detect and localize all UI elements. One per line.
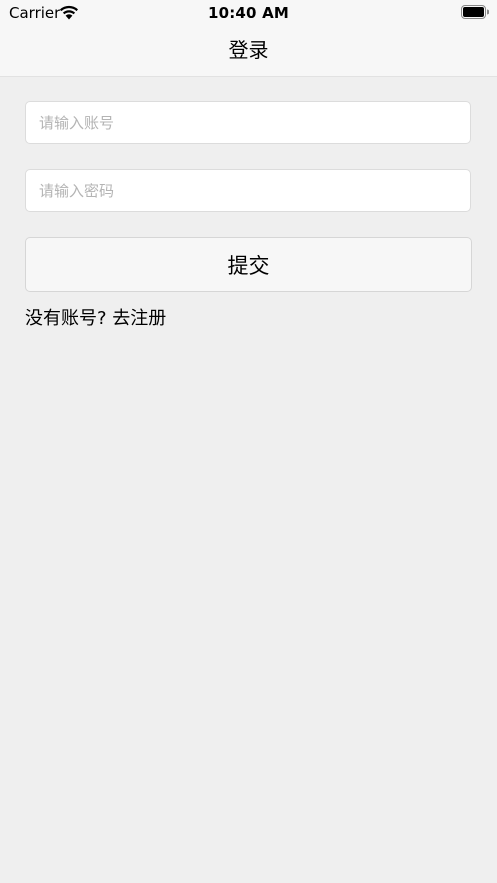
top-chrome: Carrier 10:40 AM 登录 — [0, 0, 497, 77]
status-bar: Carrier 10:40 AM — [0, 0, 497, 26]
password-input[interactable] — [26, 170, 470, 211]
account-input[interactable] — [26, 102, 470, 143]
register-link[interactable]: 没有账号? 去注册 — [25, 307, 166, 331]
account-field[interactable] — [25, 101, 471, 144]
submit-button[interactable]: 提交 — [25, 237, 472, 292]
battery-icon — [461, 5, 489, 19]
password-field[interactable] — [25, 169, 471, 212]
page-title: 登录 — [228, 38, 269, 62]
status-time: 10:40 AM — [207, 4, 290, 22]
